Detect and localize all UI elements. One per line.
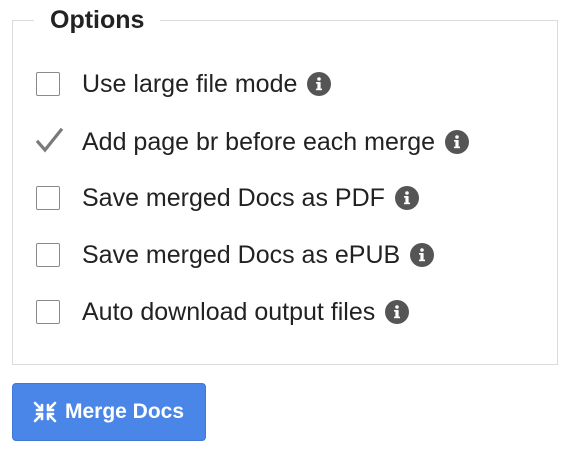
info-icon[interactable]: [394, 186, 419, 210]
option-label: Save merged Docs as ePUB: [82, 241, 401, 269]
info-icon[interactable]: [307, 72, 332, 96]
option-auto-download[interactable]: Auto download output files: [36, 295, 410, 329]
checkbox-add-page-break[interactable]: [35, 127, 64, 154]
option-use-large-file-mode[interactable]: Use large file mode: [36, 67, 332, 101]
merge-icon: [31, 398, 59, 426]
checkbox-save-as-epub[interactable]: [36, 243, 60, 267]
merge-docs-button[interactable]: Merge Docs: [12, 383, 206, 441]
option-save-as-pdf[interactable]: Save merged Docs as PDF: [36, 181, 419, 215]
info-icon[interactable]: [410, 243, 435, 267]
checkbox-use-large-file-mode[interactable]: [36, 72, 60, 96]
option-label: Use large file mode: [82, 70, 298, 98]
option-label: Auto download output files: [82, 298, 376, 326]
option-add-page-break[interactable]: Add page br before each merge: [35, 125, 470, 159]
option-label: Save merged Docs as PDF: [82, 184, 385, 212]
merge-docs-label: Merge Docs: [65, 400, 185, 423]
checkbox-auto-download[interactable]: [36, 300, 60, 324]
info-icon[interactable]: [385, 300, 410, 324]
checkmark-icon: [35, 127, 64, 153]
info-icon[interactable]: [445, 130, 470, 154]
options-title: Options: [34, 4, 161, 36]
checkbox-save-as-pdf[interactable]: [36, 186, 60, 210]
option-label: Add page br before each merge: [82, 128, 436, 156]
option-save-as-epub[interactable]: Save merged Docs as ePUB: [36, 238, 435, 272]
